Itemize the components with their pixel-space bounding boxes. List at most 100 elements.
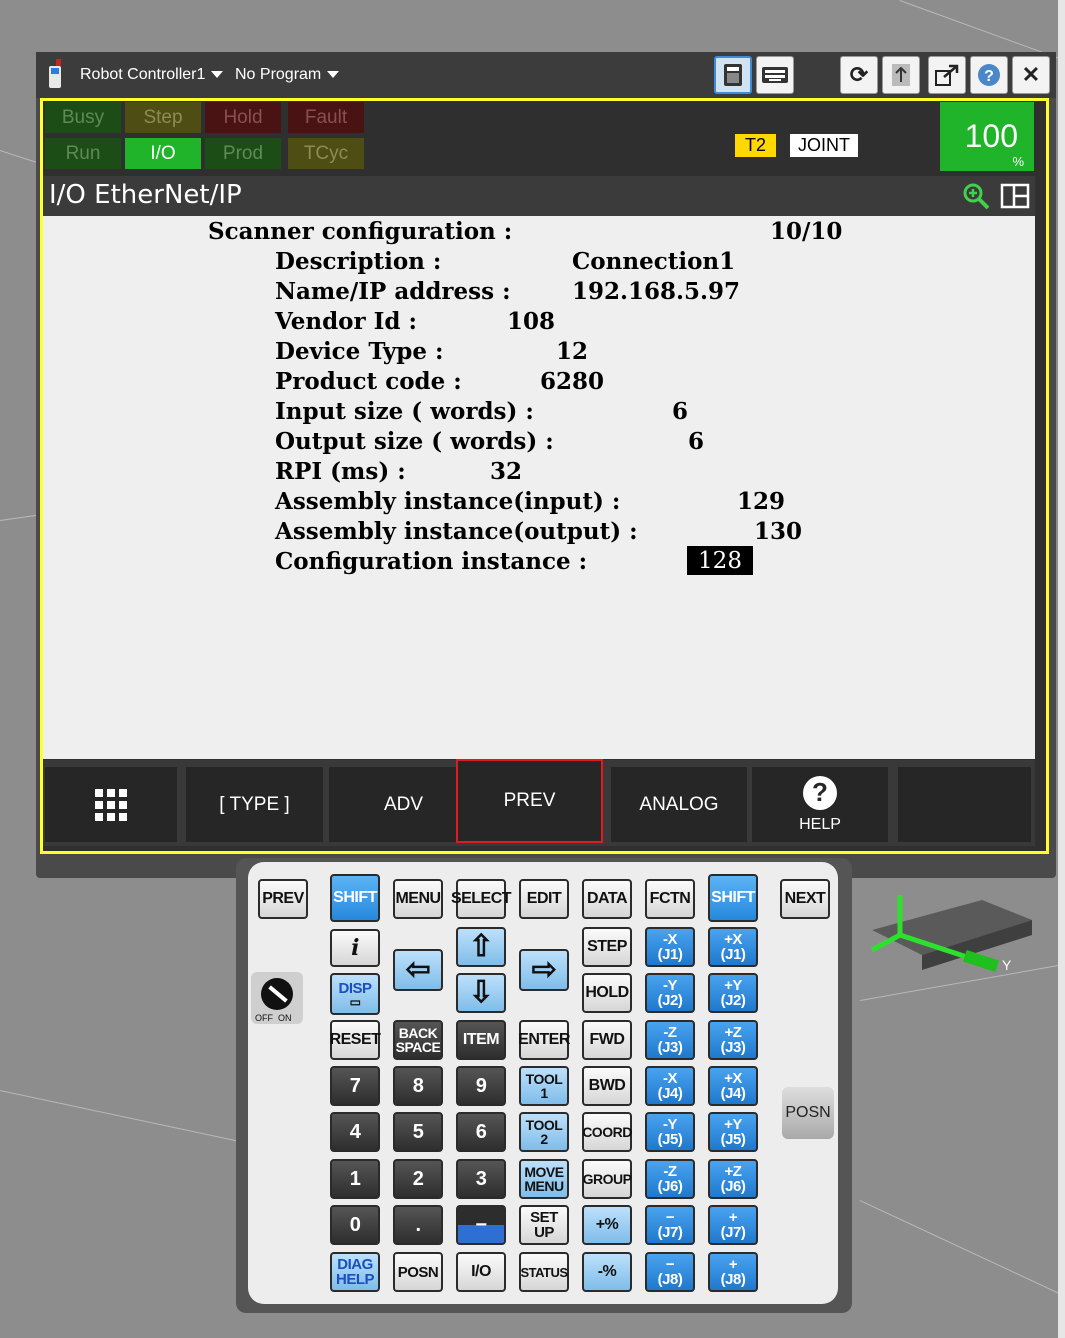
digit-0-key[interactable]: 0: [330, 1205, 380, 1245]
posn-side-button[interactable]: POSN: [782, 1087, 834, 1139]
input-size-value[interactable]: 6: [672, 398, 688, 425]
reset-key[interactable]: RESET: [330, 1020, 381, 1060]
ip-address-value[interactable]: 192.168.5.97: [572, 278, 740, 305]
zoom-in-icon[interactable]: [962, 182, 990, 210]
jog-plus-j8-key[interactable]: + (J8): [708, 1252, 758, 1292]
select-key[interactable]: SELECT: [451, 879, 512, 919]
jog-plus-rz-key[interactable]: +Z (J6): [708, 1159, 758, 1199]
shift-right-key[interactable]: SHIFT: [708, 874, 758, 922]
diag-help-key[interactable]: DIAG HELP: [330, 1252, 380, 1292]
digit-1-key[interactable]: 1: [330, 1159, 380, 1199]
setup-key[interactable]: SET UP: [519, 1205, 569, 1245]
enable-switch[interactable]: OFF ON: [251, 972, 303, 1024]
bwd-key[interactable]: BWD: [582, 1066, 632, 1106]
refresh-icon[interactable]: ⟳: [840, 56, 878, 94]
up-arrow-key[interactable]: ⇧: [456, 927, 506, 967]
jog-minus-rz-key[interactable]: -Z (J6): [645, 1159, 695, 1199]
f3-prev-key[interactable]: PREV: [456, 759, 603, 843]
digit-3-key[interactable]: 3: [456, 1159, 506, 1199]
posn-key[interactable]: POSN: [393, 1252, 443, 1292]
digit-7-key[interactable]: 7: [330, 1066, 380, 1106]
edit-key[interactable]: EDIT: [519, 879, 569, 919]
help-icon[interactable]: ?: [970, 56, 1008, 94]
prev-key[interactable]: PREV: [258, 879, 308, 919]
rpi-value[interactable]: 32: [490, 458, 522, 485]
close-icon[interactable]: ✕: [1012, 56, 1050, 94]
jog-plus-j7-key[interactable]: + (J7): [708, 1205, 758, 1245]
enter-key[interactable]: ENTER: [518, 1020, 570, 1060]
split-screen-icon[interactable]: [1000, 183, 1030, 209]
move-menu-key[interactable]: MOVE MENU: [519, 1159, 569, 1199]
minus-percent-key[interactable]: -%: [582, 1252, 632, 1292]
menu-key[interactable]: MENU: [393, 879, 443, 919]
display-split-icon: ▭: [349, 994, 361, 1009]
item-key[interactable]: ITEM: [456, 1020, 506, 1060]
jog-minus-x-key[interactable]: -X (J1): [645, 927, 695, 967]
backspace-key[interactable]: BACK SPACE: [393, 1020, 443, 1060]
hold-key[interactable]: HOLD: [582, 973, 632, 1013]
function-menu-key[interactable]: [45, 767, 177, 842]
digit-6-key[interactable]: 6: [456, 1112, 506, 1152]
jog-minus-ry-key[interactable]: -Y (J5): [645, 1112, 695, 1152]
y-axis-label: Y: [1002, 957, 1012, 973]
shift-left-key[interactable]: SHIFT: [330, 874, 380, 922]
step-key[interactable]: STEP: [582, 927, 632, 967]
scroll-top-icon[interactable]: [882, 56, 920, 94]
world-frame-graphic: Y: [870, 895, 1032, 973]
digit-2-key[interactable]: 2: [393, 1159, 443, 1199]
left-arrow-key[interactable]: ⇦: [393, 949, 443, 991]
next-key[interactable]: NEXT: [780, 879, 830, 919]
digit-4-key[interactable]: 4: [330, 1112, 380, 1152]
jog-plus-z-key[interactable]: +Z (J3): [708, 1020, 758, 1060]
minus-comma-key[interactable]: −: [456, 1205, 506, 1245]
io-key[interactable]: I/O: [456, 1252, 506, 1292]
assembly-input-value[interactable]: 129: [737, 488, 785, 515]
data-key[interactable]: DATA: [582, 879, 632, 919]
digit-8-key[interactable]: 8: [393, 1066, 443, 1106]
digit-5-key[interactable]: 5: [393, 1112, 443, 1152]
jog-plus-y-key[interactable]: +Y (J2): [708, 973, 758, 1013]
pendant-view-icon[interactable]: [714, 56, 752, 94]
digit-9-key[interactable]: 9: [456, 1066, 506, 1106]
f1-type-key[interactable]: [ TYPE ]: [186, 767, 323, 842]
jog-minus-j8-key[interactable]: − (J8): [645, 1252, 695, 1292]
product-code-value[interactable]: 6280: [540, 368, 604, 395]
info-key[interactable]: i: [330, 929, 380, 967]
coord-key[interactable]: COORD: [582, 1112, 632, 1152]
right-arrow-key[interactable]: ⇨: [519, 949, 569, 991]
popout-icon[interactable]: [928, 56, 966, 94]
override-display[interactable]: 100 %: [940, 102, 1034, 171]
jog-plus-ry-key[interactable]: +Y (J5): [708, 1112, 758, 1152]
jog-minus-z-key[interactable]: -Z (J3): [645, 1020, 695, 1060]
device-type-value[interactable]: 12: [556, 338, 588, 365]
arrow-left-icon: ⇦: [405, 953, 431, 986]
keyboard-icon[interactable]: [756, 56, 794, 94]
jog-minus-y-key[interactable]: -Y (J2): [645, 973, 695, 1013]
fwd-key[interactable]: FWD: [582, 1020, 632, 1060]
jog-plus-rx-key[interactable]: +X (J4): [708, 1066, 758, 1106]
jog-minus-rx-key[interactable]: -X (J4): [645, 1066, 695, 1106]
jog-minus-j7-key[interactable]: − (J7): [645, 1205, 695, 1245]
controller-dropdown[interactable]: Robot Controller1: [80, 66, 224, 84]
fctn-key[interactable]: FCTN: [645, 879, 695, 919]
tool1-key[interactable]: TOOL 1: [519, 1066, 569, 1106]
f4-analog-key[interactable]: ANALOG: [611, 767, 747, 842]
down-arrow-key[interactable]: ⇩: [456, 973, 506, 1013]
mode-badge: T2: [735, 134, 776, 157]
status-key[interactable]: STATUS: [519, 1252, 569, 1292]
vendor-id-value[interactable]: 108: [507, 308, 555, 335]
group-key[interactable]: GROUP: [582, 1159, 632, 1199]
decimal-key[interactable]: .: [393, 1205, 443, 1245]
tool2-key[interactable]: TOOL 2: [519, 1112, 569, 1152]
description-value[interactable]: Connection1: [572, 248, 735, 275]
f-blank-key[interactable]: [898, 767, 1031, 842]
jog-plus-x-key[interactable]: +X (J1): [708, 927, 758, 967]
plus-percent-key[interactable]: +%: [582, 1205, 632, 1245]
f5-help-key[interactable]: ? HELP: [752, 767, 888, 842]
output-size-value[interactable]: 6: [688, 428, 704, 455]
disp-key[interactable]: DISP ▭: [330, 973, 380, 1015]
assembly-output-value[interactable]: 130: [754, 518, 802, 545]
chevron-down-icon: [211, 71, 224, 79]
program-dropdown[interactable]: No Program: [235, 66, 340, 84]
config-instance-value[interactable]: 128: [687, 546, 753, 575]
